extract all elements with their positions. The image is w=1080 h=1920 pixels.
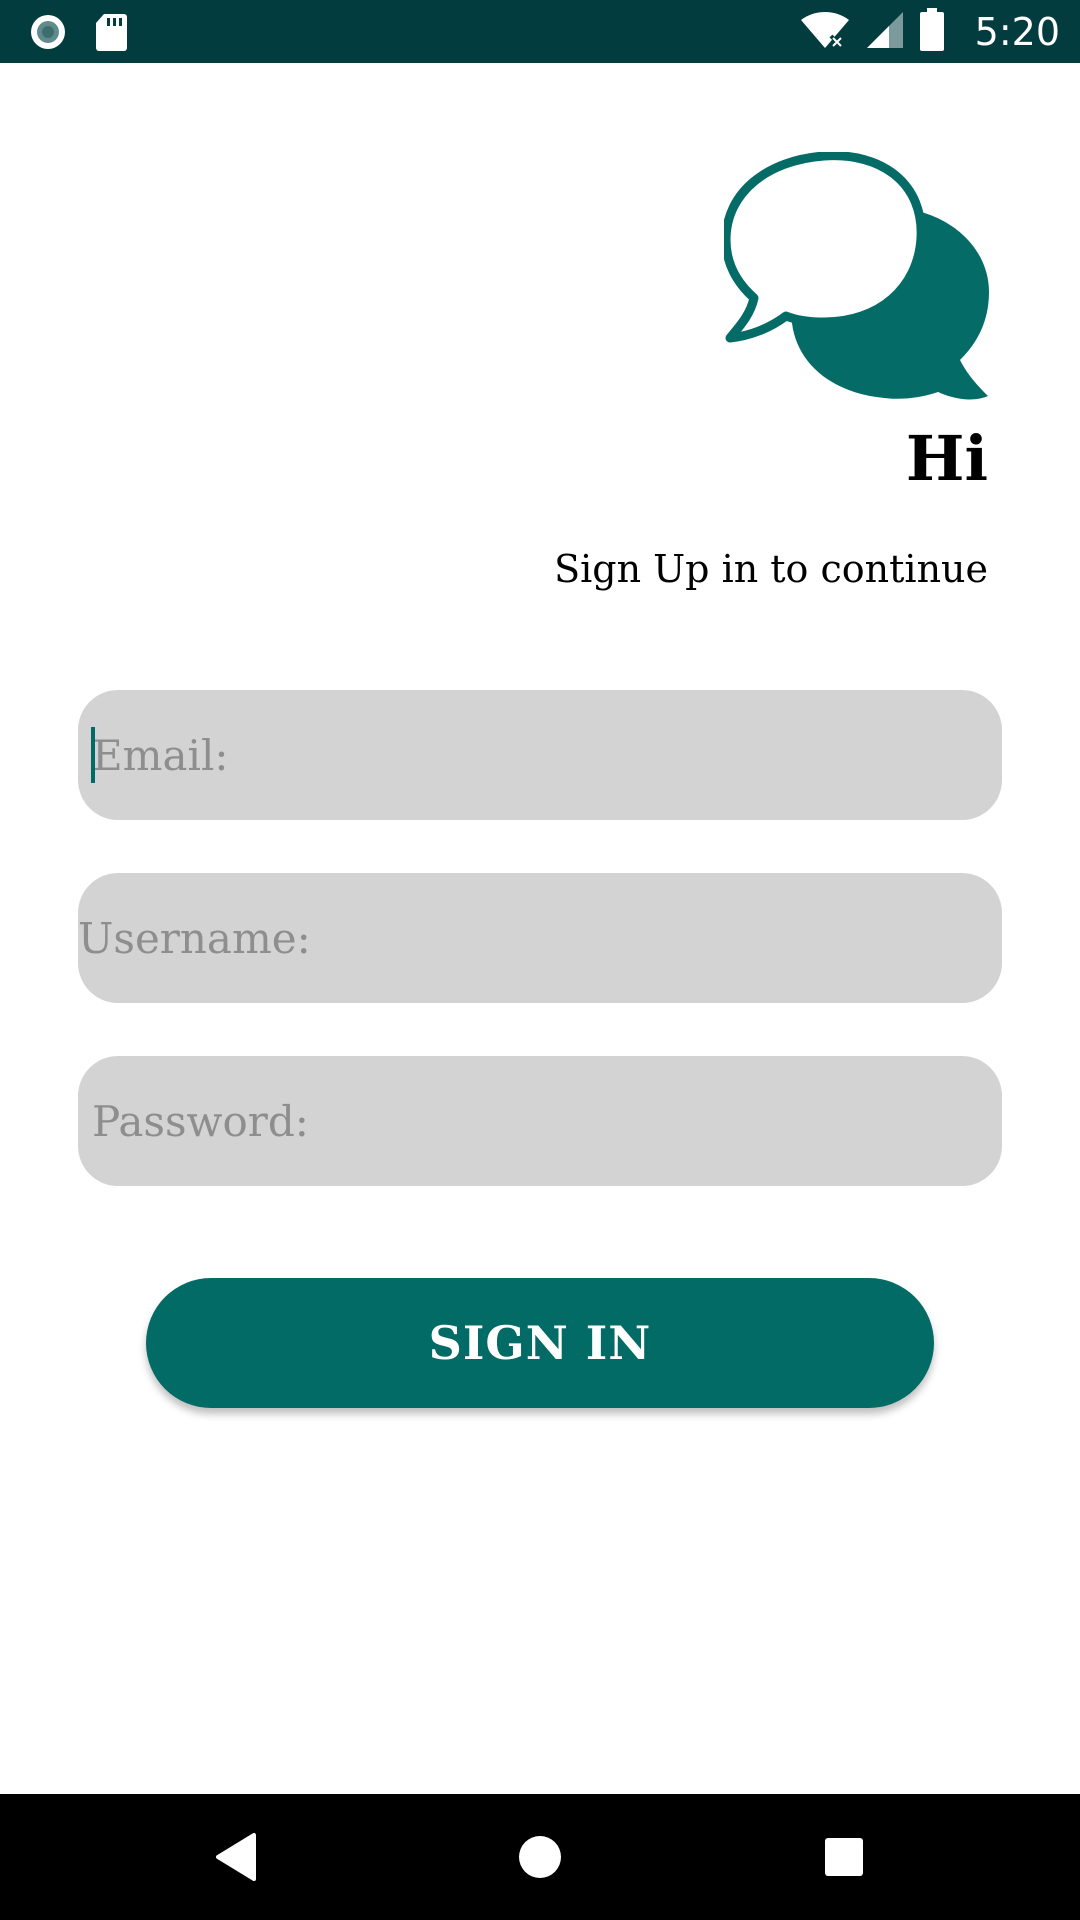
recents-icon[interactable]: [784, 1794, 904, 1920]
status-bar: 5:20: [0, 0, 1080, 63]
status-right-icons: 5:20: [799, 0, 1060, 63]
battery-icon: [919, 7, 945, 56]
username-field[interactable]: [78, 873, 1002, 1003]
password-field-container: [78, 1056, 1002, 1186]
text-cursor: [91, 727, 95, 783]
password-field[interactable]: [78, 1056, 1002, 1186]
sign-in-button[interactable]: SIGN IN: [146, 1278, 934, 1408]
email-field[interactable]: [78, 690, 1002, 820]
back-icon[interactable]: [176, 1794, 296, 1920]
screen: 5:20 Hi Sign Up in to continue SIGN IN: [0, 0, 1080, 1920]
chat-bubbles-icon: [721, 151, 989, 406]
sd-card-icon: [94, 12, 128, 56]
username-field-container: [78, 873, 1002, 1003]
wifi-icon: [799, 10, 851, 54]
greeting-title: Hi: [905, 422, 988, 495]
email-field-container: [78, 690, 1002, 820]
status-time: 5:20: [974, 9, 1060, 54]
subtitle-text: Sign Up in to continue: [554, 547, 988, 591]
navigation-bar: [0, 1794, 1080, 1920]
record-icon: [28, 12, 68, 56]
home-icon[interactable]: [480, 1794, 600, 1920]
signal-icon: [865, 10, 905, 54]
status-left-icons: [28, 12, 128, 56]
